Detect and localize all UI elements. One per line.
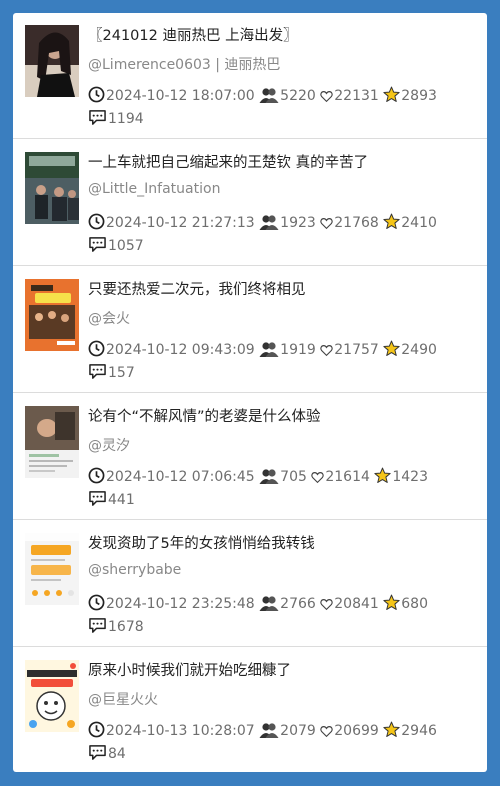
clock-icon bbox=[88, 213, 105, 230]
item-time: 2024-10-12 09:43:09 bbox=[106, 342, 255, 358]
item-likes: 20841 bbox=[334, 596, 379, 612]
item-author[interactable]: @sherrybabe bbox=[88, 562, 478, 578]
item-meta: 2024-10-12 23:25:48 2766 20841 680 1678 bbox=[88, 593, 473, 639]
item-comments: 1057 bbox=[108, 238, 144, 254]
people-icon bbox=[259, 342, 279, 357]
thumbnail-image[interactable] bbox=[25, 660, 79, 732]
item-meta: 2024-10-12 09:43:09 1919 21757 2490 157 bbox=[88, 339, 473, 385]
star-icon bbox=[383, 340, 400, 356]
item-stars: 2893 bbox=[401, 88, 437, 104]
people-icon bbox=[259, 88, 279, 103]
comment-icon bbox=[89, 364, 106, 379]
feed-list: 〖241012 迪丽热巴 上海出发〗 @Limerence0603 | 迪丽热巴… bbox=[13, 13, 487, 772]
item-title[interactable]: 发现资助了5年的女孩悄悄给我转钱 bbox=[88, 532, 478, 553]
item-comments: 1194 bbox=[108, 111, 144, 127]
item-views: 1919 bbox=[280, 342, 316, 358]
item-views: 2079 bbox=[280, 723, 316, 739]
item-comments: 157 bbox=[108, 365, 135, 381]
item-stars: 2490 bbox=[401, 342, 437, 358]
clock-icon bbox=[88, 594, 105, 611]
item-likes: 21757 bbox=[334, 342, 379, 358]
item-views: 5220 bbox=[280, 88, 316, 104]
people-icon bbox=[259, 215, 279, 230]
item-likes: 21768 bbox=[334, 215, 379, 231]
list-item[interactable]: 发现资助了5年的女孩悄悄给我转钱 @sherrybabe 2024-10-12 … bbox=[13, 521, 487, 647]
item-title[interactable]: 论有个“不解风情”的老婆是什么体验 bbox=[88, 405, 478, 426]
thumbnail-image[interactable] bbox=[25, 152, 79, 224]
item-author[interactable]: @Little_Infatuation bbox=[88, 181, 478, 197]
item-meta: 2024-10-12 07:06:45 705 21614 1423 441 bbox=[88, 466, 473, 512]
item-stars: 680 bbox=[401, 596, 428, 612]
star-icon bbox=[374, 467, 391, 483]
item-likes: 21614 bbox=[325, 469, 370, 485]
star-icon bbox=[383, 721, 400, 737]
item-time: 2024-10-12 21:27:13 bbox=[106, 215, 255, 231]
item-comments: 84 bbox=[108, 746, 126, 762]
star-icon bbox=[383, 86, 400, 102]
item-time: 2024-10-12 07:06:45 bbox=[106, 469, 255, 485]
list-item[interactable]: 原来小时候我们就开始吃细糠了 @巨星火火 2024-10-13 10:28:07… bbox=[13, 648, 487, 772]
list-item[interactable]: 论有个“不解风情”的老婆是什么体验 @灵汐 2024-10-12 07:06:4… bbox=[13, 394, 487, 520]
item-title[interactable]: 一上车就把自己缩起来的王楚钦 真的辛苦了 bbox=[88, 151, 478, 172]
people-icon bbox=[259, 596, 279, 611]
thumbnail-image[interactable] bbox=[25, 406, 79, 478]
item-views: 705 bbox=[280, 469, 307, 485]
item-stars: 1423 bbox=[392, 469, 428, 485]
item-comments: 1678 bbox=[108, 619, 144, 635]
item-meta: 2024-10-13 10:28:07 2079 20699 2946 84 bbox=[88, 720, 473, 766]
people-icon bbox=[259, 723, 279, 738]
heart-icon bbox=[311, 472, 325, 484]
item-comments: 441 bbox=[108, 492, 135, 508]
list-item[interactable]: 一上车就把自己缩起来的王楚钦 真的辛苦了 @Little_Infatuation… bbox=[13, 140, 487, 266]
heart-icon bbox=[320, 218, 333, 230]
thumbnail-image[interactable] bbox=[25, 279, 79, 351]
item-meta: 2024-10-12 18:07:00 5220 22131 2893 1194 bbox=[88, 85, 473, 131]
item-likes: 20699 bbox=[334, 723, 379, 739]
item-stars: 2410 bbox=[401, 215, 437, 231]
item-author[interactable]: @Limerence0603 | 迪丽热巴 bbox=[88, 54, 478, 74]
item-time: 2024-10-12 23:25:48 bbox=[106, 596, 255, 612]
item-likes: 22131 bbox=[334, 88, 379, 104]
clock-icon bbox=[88, 721, 105, 738]
star-icon bbox=[383, 213, 400, 229]
star-icon bbox=[383, 594, 400, 610]
comment-icon bbox=[89, 110, 106, 125]
comment-icon bbox=[89, 237, 106, 252]
item-author[interactable]: @灵汐 bbox=[88, 435, 478, 455]
comment-icon bbox=[89, 618, 106, 633]
item-title[interactable]: 原来小时候我们就开始吃细糠了 bbox=[88, 659, 478, 680]
list-item[interactable]: 只要还热爱二次元，我们终将相见 @会火 2024-10-12 09:43:09 … bbox=[13, 267, 487, 393]
clock-icon bbox=[88, 86, 105, 103]
list-item[interactable]: 〖241012 迪丽热巴 上海出发〗 @Limerence0603 | 迪丽热巴… bbox=[13, 13, 487, 139]
item-title[interactable]: 只要还热爱二次元，我们终将相见 bbox=[88, 278, 478, 299]
item-author[interactable]: @巨星火火 bbox=[88, 689, 478, 709]
item-views: 1923 bbox=[280, 215, 316, 231]
item-meta: 2024-10-12 21:27:13 1923 21768 2410 1057 bbox=[88, 212, 473, 258]
heart-icon bbox=[320, 91, 333, 103]
thumbnail-image[interactable] bbox=[25, 533, 79, 605]
item-stars: 2946 bbox=[401, 723, 437, 739]
heart-icon bbox=[320, 599, 333, 611]
comment-icon bbox=[89, 745, 106, 760]
item-time: 2024-10-13 10:28:07 bbox=[106, 723, 255, 739]
clock-icon bbox=[88, 340, 105, 357]
heart-icon bbox=[320, 726, 333, 738]
item-time: 2024-10-12 18:07:00 bbox=[106, 88, 255, 104]
thumbnail-image[interactable] bbox=[25, 25, 79, 97]
item-author[interactable]: @会火 bbox=[88, 308, 478, 328]
people-icon bbox=[259, 469, 279, 484]
item-views: 2766 bbox=[280, 596, 316, 612]
heart-icon bbox=[320, 345, 333, 357]
comment-icon bbox=[89, 491, 106, 506]
item-title[interactable]: 〖241012 迪丽热巴 上海出发〗 bbox=[88, 24, 478, 45]
clock-icon bbox=[88, 467, 105, 484]
